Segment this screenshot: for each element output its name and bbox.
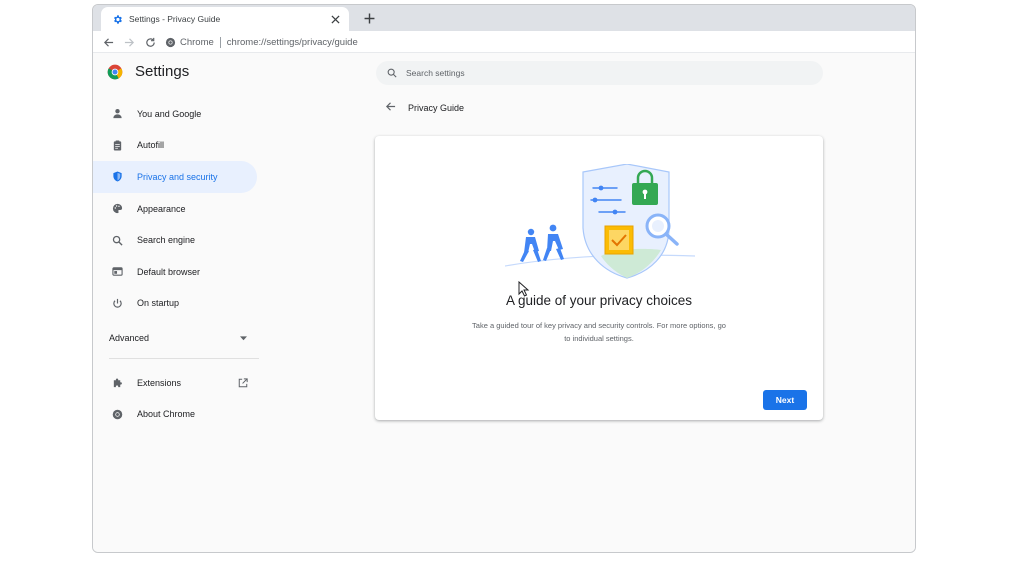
sidebar-item-label: You and Google — [137, 108, 202, 119]
chrome-icon — [165, 37, 176, 47]
sidebar-item-appearance[interactable]: Appearance — [93, 193, 263, 225]
gear-icon — [111, 13, 123, 25]
browser-toolbar: Chrome chrome://settings/privacy/guide — [93, 31, 915, 53]
sidebar-item-label: Autofill — [137, 140, 165, 151]
sidebar-divider — [109, 358, 259, 359]
privacy-illustration — [505, 164, 696, 279]
puzzle-icon — [111, 377, 123, 389]
sidebar-item-extensions[interactable]: Extensions — [93, 367, 263, 399]
privacy-guide-header: Privacy Guide — [385, 101, 464, 114]
settings-sidebar: You and Google Autofill Privacy and secu… — [93, 98, 263, 319]
advanced-label: Advanced — [109, 333, 150, 343]
forward-arrow-icon[interactable] — [121, 34, 137, 50]
site-chip-label: Chrome — [180, 36, 214, 48]
search-icon — [386, 67, 398, 79]
url-text[interactable]: chrome://settings/privacy/guide — [227, 37, 358, 48]
omnibox-divider — [219, 36, 221, 48]
plus-icon[interactable] — [361, 10, 377, 26]
sidebar-item-search-engine[interactable]: Search engine — [93, 224, 263, 256]
privacy-guide-card: A guide of your privacy choices Take a g… — [375, 136, 823, 420]
advanced-toggle[interactable]: Advanced — [109, 329, 247, 347]
sidebar-item-default-browser[interactable]: Default browser — [93, 256, 263, 288]
browser-window: Settings - Privacy Guide Chrome chrome:/… — [92, 4, 916, 553]
sidebar-item-label: On startup — [137, 298, 180, 309]
chrome-icon — [111, 408, 123, 420]
search-placeholder: Search settings — [406, 68, 465, 78]
sidebar-item-label: Appearance — [137, 203, 186, 214]
power-icon — [111, 297, 123, 309]
shield-icon — [111, 171, 123, 183]
close-icon[interactable] — [329, 13, 341, 25]
sidebar-item-autofill[interactable]: Autofill — [93, 130, 263, 162]
palette-icon — [111, 203, 123, 215]
settings-sidebar-secondary: Extensions About Chrome — [93, 367, 263, 430]
browser-tab[interactable]: Settings - Privacy Guide — [101, 7, 349, 31]
tab-title: Settings - Privacy Guide — [129, 14, 221, 24]
search-input[interactable]: Search settings — [376, 61, 823, 85]
site-chip[interactable]: Chrome — [165, 37, 214, 48]
privacy-guide-title: Privacy Guide — [408, 102, 465, 113]
search-icon — [111, 234, 123, 246]
sidebar-item-label: About Chrome — [137, 409, 196, 420]
back-arrow-icon[interactable] — [385, 101, 396, 114]
sidebar-item-privacy-and-security[interactable]: Privacy and security — [93, 161, 257, 193]
chrome-logo-icon — [107, 64, 123, 79]
browser-window-icon — [111, 266, 123, 278]
card-title: A guide of your privacy choices — [505, 293, 693, 308]
caret-down-icon — [240, 333, 247, 343]
sidebar-item-label: Default browser — [137, 266, 201, 277]
next-button[interactable]: Next — [763, 390, 807, 410]
sidebar-item-you-and-google[interactable]: You and Google — [93, 98, 263, 130]
sidebar-item-about-chrome[interactable]: About Chrome — [93, 399, 263, 431]
sidebar-item-label: Search engine — [137, 235, 196, 246]
external-link-icon[interactable] — [237, 377, 249, 389]
address-bar[interactable]: Chrome chrome://settings/privacy/guide — [165, 33, 903, 51]
settings-page: Settings Search settings You and Google … — [93, 53, 915, 552]
clipboard-icon — [111, 139, 123, 151]
page-title: Settings — [135, 63, 190, 80]
card-description: Take a guided tour of key privacy and se… — [472, 321, 726, 343]
tab-strip: Settings - Privacy Guide — [93, 5, 915, 31]
mouse-pointer-icon — [518, 281, 530, 297]
reload-icon[interactable] — [142, 34, 158, 50]
back-arrow-icon[interactable] — [100, 34, 116, 50]
settings-brand: Settings — [107, 63, 189, 80]
person-icon — [111, 108, 123, 120]
sidebar-item-label: Extensions — [137, 377, 182, 388]
sidebar-item-label: Privacy and security — [137, 171, 218, 182]
sidebar-item-on-startup[interactable]: On startup — [93, 288, 263, 320]
